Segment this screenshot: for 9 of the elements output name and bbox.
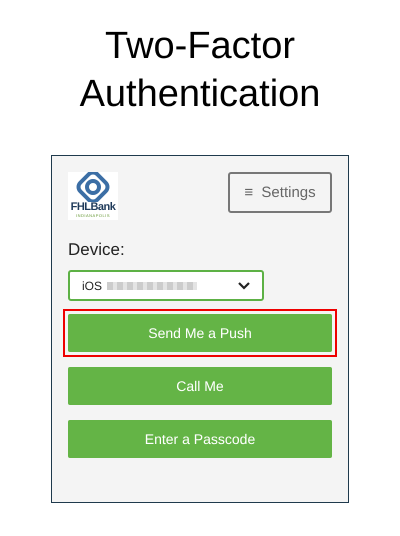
settings-button[interactable]: ≡ Settings <box>228 172 332 213</box>
device-select[interactable]: iOS <box>68 270 264 301</box>
device-label: Device: <box>68 240 126 260</box>
page-title: Two-Factor Authentication <box>78 24 322 117</box>
chevron-icon <box>238 282 250 290</box>
action-button[interactable]: Call Me <box>68 367 332 405</box>
action-button[interactable]: Send Me a Push <box>68 314 332 352</box>
logo-name: FHLBank <box>70 202 116 213</box>
action-button[interactable]: Enter a Passcode <box>68 420 332 458</box>
